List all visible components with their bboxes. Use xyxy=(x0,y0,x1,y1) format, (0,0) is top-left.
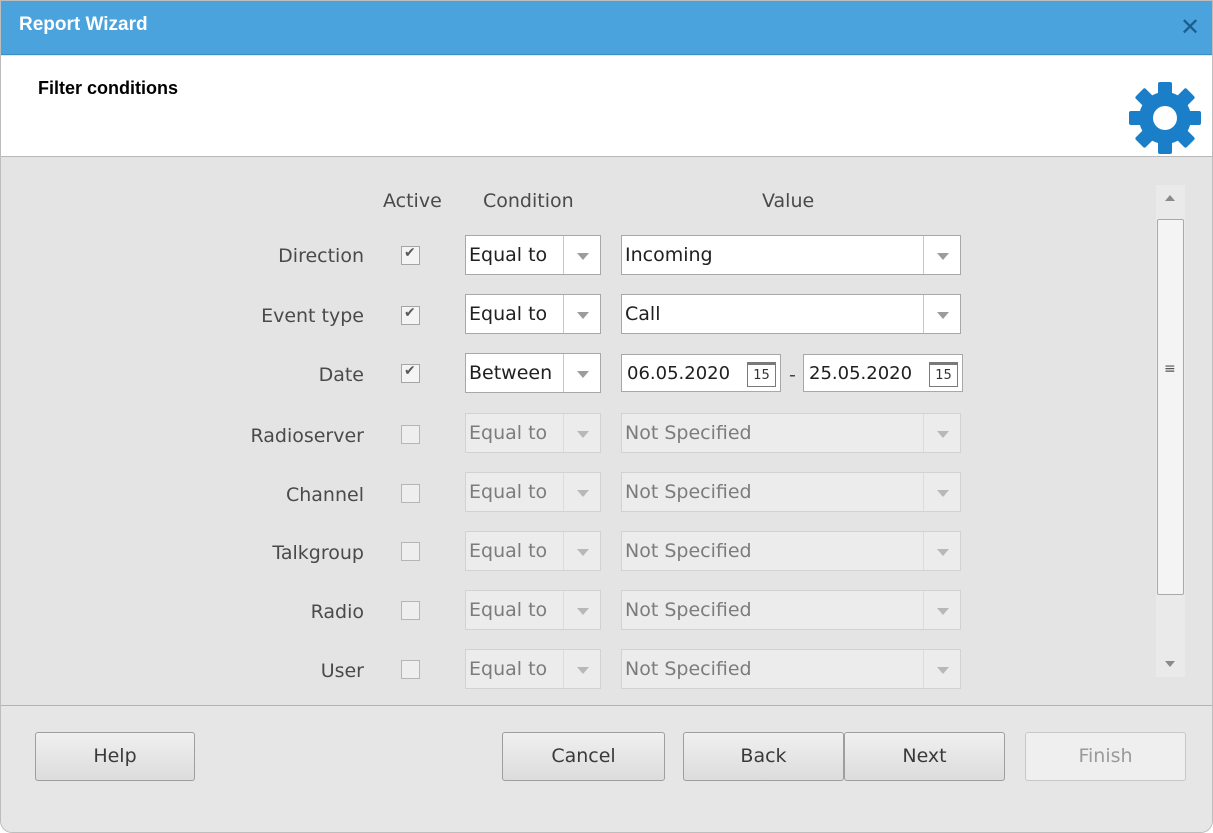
chevron-down-icon[interactable] xyxy=(923,650,960,688)
chevron-down-icon[interactable] xyxy=(563,414,600,452)
condition-select-channel-value: Equal to xyxy=(469,481,548,503)
value-select-event-type[interactable]: Call xyxy=(621,294,961,334)
scrollbar-thumb[interactable] xyxy=(1157,219,1184,595)
date-from-value: 06.05.2020 xyxy=(627,363,731,384)
scroll-down-arrow-icon[interactable] xyxy=(1165,661,1175,667)
value-select-talkgroup-value: Not Specified xyxy=(625,540,752,562)
row-label-talkgroup: Talkgroup xyxy=(272,542,364,564)
chevron-down-icon[interactable] xyxy=(563,236,600,274)
filter-conditions-panel: Active Condition Value Direction Equal t… xyxy=(1,157,1212,705)
value-select-channel-value: Not Specified xyxy=(625,481,752,503)
chevron-down-icon[interactable] xyxy=(563,650,600,688)
chevron-down-icon[interactable] xyxy=(563,591,600,629)
window-title: Report Wizard xyxy=(19,14,148,35)
value-select-radio[interactable]: Not Specified xyxy=(621,590,961,630)
condition-select-user[interactable]: Equal to xyxy=(465,649,601,689)
condition-select-event-type[interactable]: Equal to xyxy=(465,294,601,334)
next-button[interactable]: Next xyxy=(844,732,1005,781)
scroll-up-arrow-icon[interactable] xyxy=(1165,195,1175,201)
value-select-radio-value: Not Specified xyxy=(625,599,752,621)
column-header-active: Active xyxy=(383,190,442,212)
active-checkbox-event-type[interactable] xyxy=(401,305,420,325)
back-button[interactable]: Back xyxy=(683,732,844,781)
condition-select-channel[interactable]: Equal to xyxy=(465,472,601,512)
chevron-down-icon[interactable] xyxy=(923,532,960,570)
value-select-user-value: Not Specified xyxy=(625,658,752,680)
chevron-down-icon[interactable] xyxy=(923,473,960,511)
row-label-direction: Direction xyxy=(278,245,364,267)
chevron-down-icon[interactable] xyxy=(923,236,960,274)
value-select-radioserver-value: Not Specified xyxy=(625,422,752,444)
report-wizard-window: Report Wizard ✕ Filter conditions Active… xyxy=(0,0,1213,833)
row-label-user: User xyxy=(320,660,364,682)
row-label-radioserver: Radioserver xyxy=(250,425,364,447)
title-bar: Report Wizard ✕ xyxy=(1,1,1212,55)
value-select-direction[interactable]: Incoming xyxy=(621,235,961,275)
wizard-footer: Help Cancel Back Next Finish xyxy=(1,705,1212,832)
scrollbar-grip-icon: ≡ xyxy=(1164,361,1176,377)
cancel-button[interactable]: Cancel xyxy=(502,732,665,781)
calendar-icon[interactable]: 15 xyxy=(929,362,958,387)
condition-select-date-value: Between xyxy=(469,362,553,384)
active-checkbox-radioserver[interactable] xyxy=(401,425,420,444)
chevron-down-icon[interactable] xyxy=(563,473,600,511)
row-label-radio: Radio xyxy=(310,601,364,623)
vertical-scrollbar[interactable]: ≡ xyxy=(1156,185,1185,677)
chevron-down-icon[interactable] xyxy=(563,532,600,570)
row-label-event-type: Event type xyxy=(261,305,364,327)
date-to-input[interactable]: 25.05.2020 15 xyxy=(803,354,963,392)
help-button[interactable]: Help xyxy=(35,732,195,781)
row-label-date: Date xyxy=(318,364,364,386)
active-checkbox-talkgroup[interactable] xyxy=(401,542,420,561)
date-from-input[interactable]: 06.05.2020 15 xyxy=(621,354,781,392)
chevron-down-icon[interactable] xyxy=(923,414,960,452)
gear-icon xyxy=(1129,82,1201,154)
active-checkbox-date[interactable] xyxy=(401,363,420,383)
condition-select-user-value: Equal to xyxy=(469,658,548,680)
condition-select-direction[interactable]: Equal to xyxy=(465,235,601,275)
active-checkbox-user[interactable] xyxy=(401,660,420,679)
column-header-condition: Condition xyxy=(483,190,574,212)
condition-select-date[interactable]: Between xyxy=(465,353,601,393)
value-select-channel[interactable]: Not Specified xyxy=(621,472,961,512)
chevron-down-icon[interactable] xyxy=(563,354,600,392)
date-range-separator: - xyxy=(789,364,796,386)
condition-select-radioserver[interactable]: Equal to xyxy=(465,413,601,453)
row-label-channel: Channel xyxy=(285,484,364,506)
date-to-value: 25.05.2020 xyxy=(809,363,913,384)
value-select-direction-value: Incoming xyxy=(625,244,713,266)
value-select-radioserver[interactable]: Not Specified xyxy=(621,413,961,453)
page-subtitle: Filter conditions xyxy=(38,78,179,98)
active-checkbox-channel[interactable] xyxy=(401,484,420,503)
condition-select-radio-value: Equal to xyxy=(469,599,548,621)
value-select-event-type-value: Call xyxy=(625,303,661,325)
condition-select-radioserver-value: Equal to xyxy=(469,422,548,444)
value-select-talkgroup[interactable]: Not Specified xyxy=(621,531,961,571)
chevron-down-icon[interactable] xyxy=(923,295,960,333)
active-checkbox-radio[interactable] xyxy=(401,601,420,620)
value-select-user[interactable]: Not Specified xyxy=(621,649,961,689)
condition-select-event-type-value: Equal to xyxy=(469,303,548,325)
chevron-down-icon[interactable] xyxy=(923,591,960,629)
chevron-down-icon[interactable] xyxy=(563,295,600,333)
condition-select-talkgroup-value: Equal to xyxy=(469,540,548,562)
wizard-header: Filter conditions xyxy=(1,56,1212,157)
active-checkbox-direction[interactable] xyxy=(401,245,420,265)
condition-select-direction-value: Equal to xyxy=(469,244,548,266)
condition-select-talkgroup[interactable]: Equal to xyxy=(465,531,601,571)
column-header-value: Value xyxy=(762,190,815,212)
close-icon[interactable]: ✕ xyxy=(1177,14,1203,40)
calendar-icon[interactable]: 15 xyxy=(747,362,776,387)
condition-select-radio[interactable]: Equal to xyxy=(465,590,601,630)
finish-button[interactable]: Finish xyxy=(1025,732,1186,781)
